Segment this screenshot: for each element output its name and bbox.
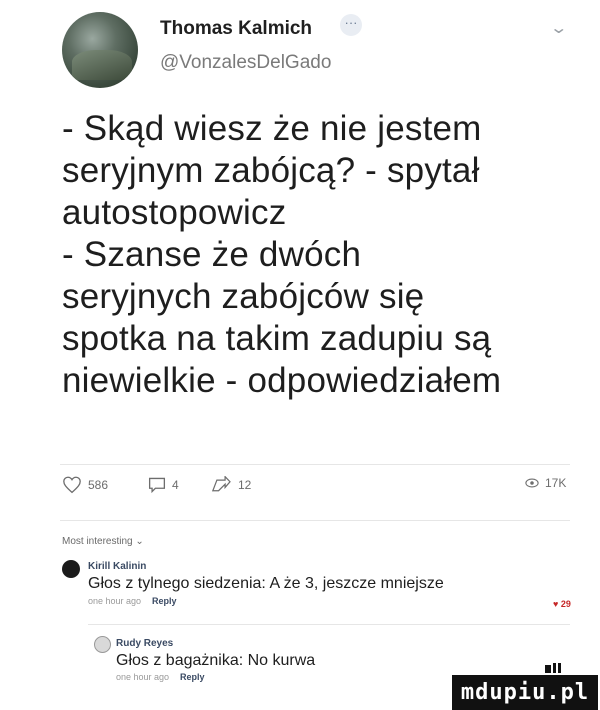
comment-button[interactable]: 4 — [148, 476, 179, 494]
reply-button[interactable]: Reply — [180, 672, 205, 682]
commenter-avatar[interactable] — [62, 560, 80, 578]
post-header: Thomas Kalmich ··· @VonzalesDelGado ⌄ — [0, 0, 600, 100]
share-arrow-icon — [211, 476, 231, 492]
comment-likes[interactable]: ♥ 29 — [553, 599, 571, 609]
heart-outline-icon — [63, 476, 81, 494]
eye-icon — [525, 478, 539, 488]
comment-time: one hour ago — [116, 672, 170, 682]
comment-time: one hour ago — [88, 596, 142, 606]
sort-dropdown[interactable]: Most interesting ⌄ — [62, 536, 144, 547]
author-name[interactable]: Thomas Kalmich — [160, 18, 312, 40]
comment-count: 4 — [172, 478, 179, 492]
like-button[interactable]: 586 — [62, 476, 108, 494]
more-badge[interactable]: ··· — [340, 14, 362, 36]
share-button[interactable]: 12 — [210, 476, 251, 494]
chevron-down-icon[interactable]: ⌄ — [549, 18, 568, 38]
heart-icon: ♥ — [553, 599, 561, 609]
divider — [60, 520, 570, 521]
watermark-mark-icon — [545, 663, 561, 673]
reply-button[interactable]: Reply — [152, 596, 177, 606]
views-counter: 17K — [525, 476, 566, 490]
author-avatar[interactable] — [62, 12, 138, 88]
comment-text: Głos z tylnego siedzenia: A że 3, jeszcz… — [88, 575, 444, 592]
comment-text: Głos z bagażnika: No kurwa — [116, 652, 316, 669]
commenter-avatar[interactable] — [94, 636, 111, 653]
views-count: 17K — [545, 476, 567, 490]
post-actions: 586 4 12 17K — [0, 468, 600, 508]
commenter-name[interactable]: Kirill Kalinin — [88, 561, 146, 572]
post-text: - Skąd wiesz że nie jestem seryjnym zabó… — [62, 109, 502, 400]
watermark-logo: mdupiu.pl — [452, 675, 598, 710]
divider — [60, 464, 570, 465]
divider — [88, 624, 570, 625]
speech-bubble-icon — [148, 477, 166, 494]
share-count: 12 — [238, 478, 252, 492]
like-count: 586 — [88, 478, 109, 492]
author-handle[interactable]: @VonzalesDelGado — [160, 52, 331, 74]
commenter-name[interactable]: Rudy Reyes — [116, 638, 173, 649]
